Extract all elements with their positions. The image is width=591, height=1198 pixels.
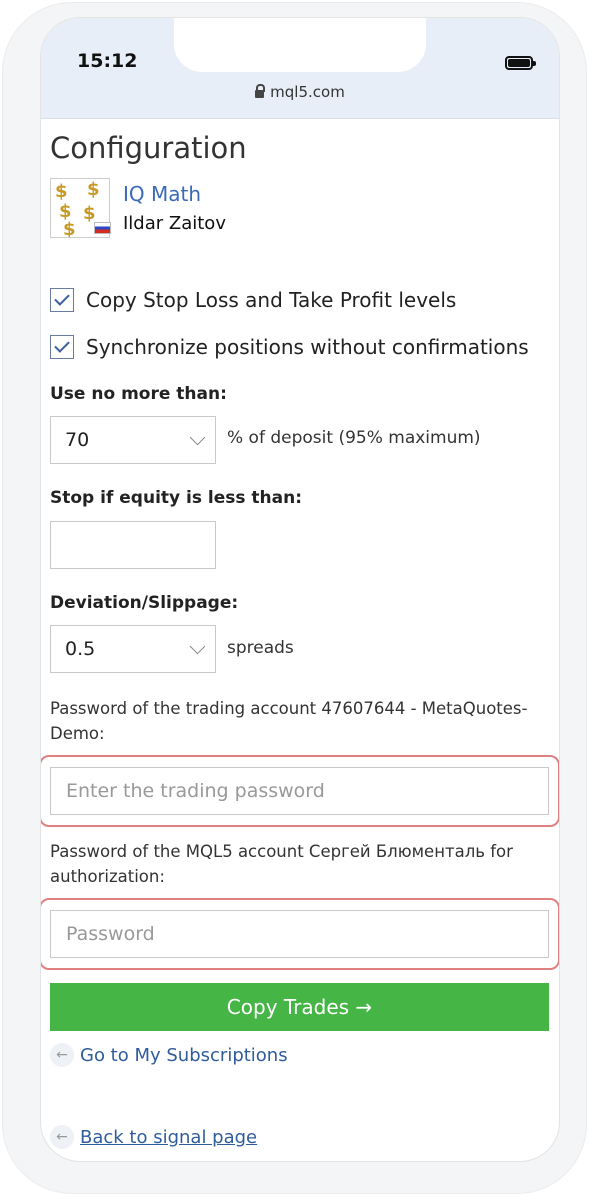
url-text: mql5.com	[270, 83, 345, 101]
my-subscriptions-text: Go to My Subscriptions	[80, 1044, 288, 1066]
trading-password-input[interactable]: Enter the trading password	[50, 767, 549, 815]
back-to-signal-text: Back to signal page	[80, 1126, 258, 1148]
back-to-signal-link[interactable]: ← Back to signal page	[50, 1125, 257, 1149]
deviation-suffix: spreads	[227, 638, 294, 658]
battery-icon	[505, 56, 536, 70]
lock-icon	[255, 84, 266, 98]
browser-screen: 15:12 mql5.com Configuration $ $ $ $ $ I…	[40, 17, 560, 1162]
deposit-percent-value: 70	[65, 429, 90, 451]
phone-frame: 15:12 mql5.com Configuration $ $ $ $ $ I…	[2, 2, 587, 1194]
arrow-left-icon: ←	[50, 1125, 74, 1149]
my-subscriptions-link[interactable]: ← Go to My Subscriptions	[50, 1043, 288, 1067]
deposit-percent-suffix: % of deposit (95% maximum)	[227, 428, 481, 448]
sync-positions-option[interactable]: Synchronize positions without confirmati…	[50, 335, 529, 359]
copy-sl-tp-option[interactable]: Copy Stop Loss and Take Profit levels	[50, 288, 456, 312]
dollar-coin-icon: $	[87, 179, 100, 200]
copy-sl-tp-label: Copy Stop Loss and Take Profit levels	[86, 288, 457, 312]
deviation-select[interactable]: 0.5	[50, 625, 216, 673]
russia-flag-icon	[94, 222, 111, 234]
signal-author: Ildar Zaitov	[123, 213, 226, 234]
trading-password-placeholder: Enter the trading password	[66, 780, 325, 802]
copy-sl-tp-checkbox[interactable]	[50, 288, 74, 312]
deposit-limit-label: Use no more than:	[50, 384, 227, 404]
chevron-down-icon	[189, 429, 206, 446]
page-title: Configuration	[50, 131, 247, 165]
address-bar[interactable]: mql5.com	[41, 83, 559, 101]
arrow-left-icon: ←	[50, 1043, 74, 1067]
mql5-password-input[interactable]: Password	[50, 910, 549, 958]
deposit-percent-select[interactable]: 70	[50, 416, 216, 464]
trading-password-label: Password of the trading account 47607644…	[50, 699, 528, 743]
sync-positions-label: Synchronize positions without confirmati…	[86, 335, 529, 359]
deviation-value: 0.5	[65, 638, 96, 660]
dollar-coin-icon: $	[83, 203, 96, 224]
dollar-coin-icon: $	[63, 219, 76, 238]
chevron-down-icon	[189, 638, 206, 655]
equity-stop-input[interactable]	[50, 521, 216, 569]
notch	[174, 18, 426, 72]
signal-name-link[interactable]: IQ Math	[123, 182, 201, 206]
deviation-label: Deviation/Slippage:	[50, 593, 239, 613]
equity-stop-label: Stop if equity is less than:	[50, 488, 303, 508]
sync-positions-checkbox[interactable]	[50, 335, 74, 359]
status-bar: 15:12 mql5.com	[41, 18, 559, 119]
mql5-password-placeholder: Password	[66, 923, 155, 945]
clock: 15:12	[77, 50, 138, 72]
dollar-coin-icon: $	[55, 181, 68, 202]
mql5-password-label: Password of the MQL5 account Сергей Блюм…	[50, 842, 513, 886]
copy-trades-button[interactable]: Copy Trades →	[50, 983, 549, 1031]
